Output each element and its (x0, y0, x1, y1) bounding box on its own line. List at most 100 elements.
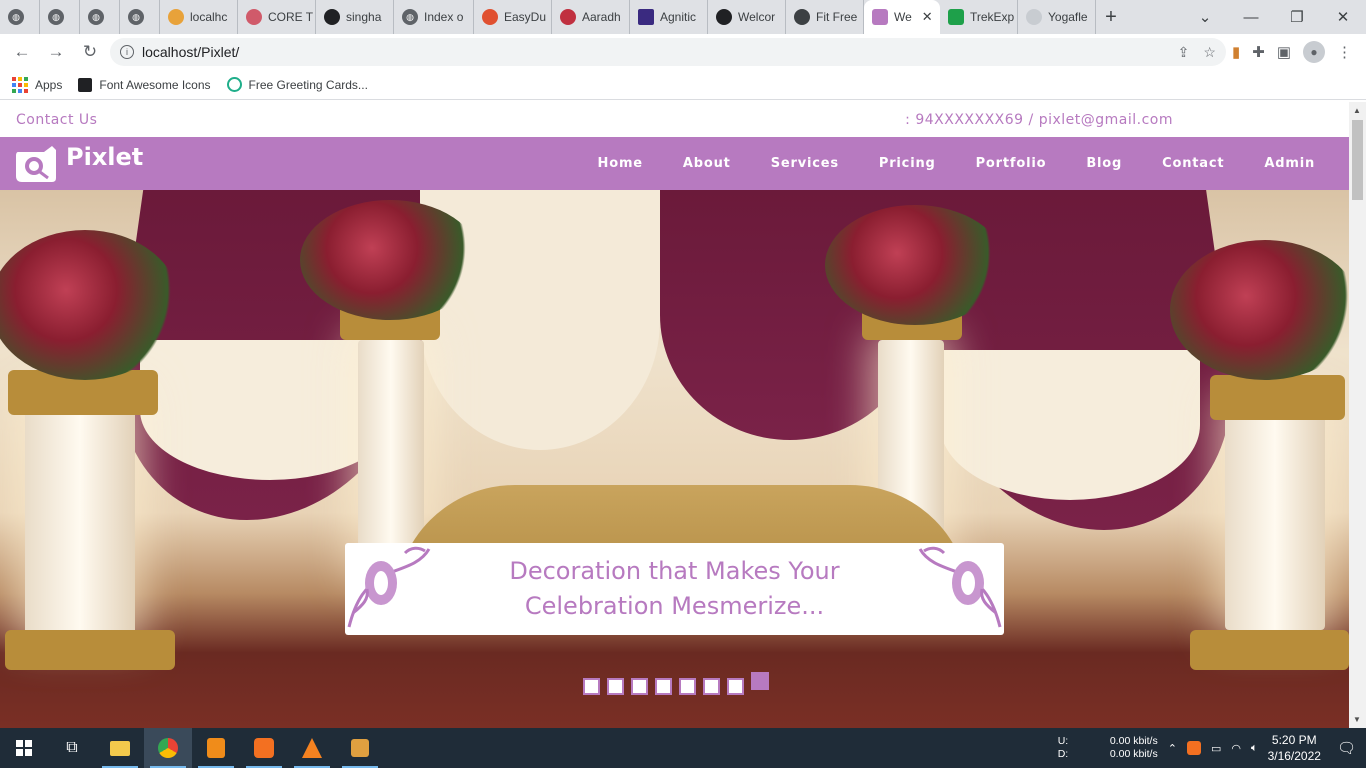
floral-ornament-icon (347, 546, 431, 628)
taskbar-vlc[interactable] (288, 728, 336, 768)
browser-tab[interactable]: Yogafle (1018, 0, 1096, 34)
forward-button[interactable]: → (42, 38, 70, 66)
bookmark-label: Apps (35, 77, 63, 92)
taskbar-file-explorer[interactable] (96, 728, 144, 768)
aaradh-icon (560, 9, 576, 25)
browser-tab[interactable]: ◍ (40, 0, 80, 34)
browser-tab[interactable]: EasyDu (474, 0, 552, 34)
tab-search-icon[interactable]: ⌄ (1182, 8, 1228, 26)
share-icon[interactable]: ⇪ (1178, 44, 1190, 61)
clock[interactable]: 5:20 PM 3/16/2022 (1268, 732, 1321, 764)
menu-icon[interactable]: ⋮ (1337, 43, 1352, 61)
reload-button[interactable]: ↻ (76, 38, 104, 66)
network-speed: U: 0.00 kbit/s D: 0.00 kbit/s (1058, 735, 1158, 761)
browser-tab[interactable]: Welcor (708, 0, 786, 34)
xampp-tray-icon[interactable] (1186, 741, 1201, 755)
browser-tab[interactable]: ◍ (0, 0, 40, 34)
browser-tab-active[interactable]: We ✕ (864, 0, 940, 34)
task-view-button[interactable]: ⧉ (48, 728, 96, 768)
taskbar-media-player[interactable] (336, 728, 384, 768)
extension-icon[interactable]: ▮ (1232, 43, 1240, 61)
browser-tab[interactable]: singha (316, 0, 394, 34)
tab-label: localhc (190, 10, 228, 24)
new-tab-button[interactable]: + (1096, 6, 1126, 29)
browser-tab[interactable]: Aaradh (552, 0, 630, 34)
globe-icon: ◍ (128, 9, 144, 25)
nav-admin[interactable]: Admin (1244, 156, 1335, 171)
slide-dot[interactable] (583, 678, 600, 695)
site-topbar: Contact Us : 94XXXXXXX69 / pixlet@gmail.… (0, 102, 1349, 137)
slide-dot[interactable] (703, 678, 720, 695)
restore-button[interactable]: ❐ (1274, 8, 1320, 26)
pixlet-icon (872, 9, 888, 25)
browser-tab[interactable]: TrekExp (940, 0, 1018, 34)
bookmark-greeting-cards[interactable]: Free Greeting Cards... (226, 77, 368, 92)
slide-dot[interactable] (727, 678, 744, 695)
card-icon (226, 77, 242, 92)
system-tray: U: 0.00 kbit/s D: 0.00 kbit/s ⌃ ▭ ◠ 🔈︎ 5:2… (1058, 732, 1366, 764)
apps-grid-icon (12, 76, 28, 93)
side-panel-icon[interactable]: ▣ (1277, 43, 1291, 61)
slide-dot[interactable] (607, 678, 624, 695)
browser-tab[interactable]: CORE T (238, 0, 316, 34)
start-button[interactable] (0, 728, 48, 768)
close-icon[interactable]: ✕ (922, 9, 933, 25)
wifi-icon[interactable]: ◠ (1231, 742, 1241, 755)
tab-label: Yogafle (1048, 10, 1088, 24)
nav-pricing[interactable]: Pricing (859, 156, 956, 171)
bookmark-apps[interactable]: Apps (12, 76, 63, 93)
windows-logo-icon (16, 740, 32, 756)
tab-label: We (894, 10, 912, 24)
info-icon[interactable]: i (120, 45, 134, 59)
bookmark-star-icon[interactable]: ☆ (1203, 44, 1216, 61)
nav-blog[interactable]: Blog (1066, 156, 1142, 171)
clock-date: 3/16/2022 (1267, 749, 1321, 763)
volume-icon[interactable]: 🔈︎ (1251, 742, 1258, 755)
vlc-icon (302, 738, 322, 758)
easydu-icon (482, 9, 498, 25)
taskbar-sublime[interactable] (192, 728, 240, 768)
slide-dot[interactable] (631, 678, 648, 695)
browser-tab-strip: ◍ ◍ ◍ ◍ localhc CORE T singha ◍ Index o E… (0, 0, 1366, 34)
notifications-icon[interactable]: 🗨︎ (1337, 739, 1356, 757)
address-bar[interactable]: i localhost/Pixlet/ ⇪ ☆ (110, 38, 1226, 66)
scroll-up-icon[interactable]: ▲ (1353, 106, 1361, 115)
minimize-button[interactable]: — (1228, 9, 1274, 26)
nav-services[interactable]: Services (751, 156, 859, 171)
slide-dot[interactable] (655, 678, 672, 695)
slide-dot[interactable] (679, 678, 696, 695)
tab-label: Welcor (738, 10, 776, 24)
slide-dot-active[interactable] (751, 672, 769, 690)
battery-icon[interactable]: ▭ (1211, 742, 1221, 755)
browser-tab[interactable]: Fit Free (786, 0, 864, 34)
scrollbar-thumb[interactable] (1352, 120, 1363, 200)
browser-tab[interactable]: ◍ Index o (394, 0, 474, 34)
page-scrollbar[interactable]: ▲ ▼ (1349, 102, 1366, 728)
nav-home[interactable]: Home (578, 156, 663, 171)
chrome-icon (158, 738, 178, 758)
globe-icon: ◍ (8, 9, 24, 25)
browser-tab[interactable]: Agnitic (630, 0, 708, 34)
arch-icon (716, 9, 732, 25)
nav-portfolio[interactable]: Portfolio (956, 156, 1067, 171)
clock-time: 5:20 PM (1271, 733, 1317, 747)
nav-contact[interactable]: Contact (1142, 156, 1244, 171)
browser-tab[interactable]: ◍ (120, 0, 160, 34)
trek-icon (948, 9, 964, 25)
hero-caption: Decoration that Makes Your Celebration M… (465, 554, 885, 624)
browser-tab[interactable]: ◍ (80, 0, 120, 34)
puzzle-icon[interactable]: ✚ (1252, 43, 1265, 61)
browser-tab[interactable]: localhc (160, 0, 238, 34)
profile-avatar[interactable]: ● (1303, 41, 1325, 63)
contact-us-link[interactable]: Contact Us (16, 112, 97, 128)
site-logo[interactable]: Pixlet (14, 143, 143, 184)
tray-chevron-icon[interactable]: ⌃ (1168, 742, 1177, 755)
nav-about[interactable]: About (663, 156, 751, 171)
scroll-down-icon[interactable]: ▼ (1353, 715, 1361, 724)
tab-label: Aaradh (582, 10, 621, 24)
back-button[interactable]: ← (8, 38, 36, 66)
taskbar-xampp[interactable] (240, 728, 288, 768)
taskbar-chrome[interactable] (144, 728, 192, 768)
bookmark-font-awesome[interactable]: Font Awesome Icons (78, 77, 211, 92)
close-window-button[interactable]: ✕ (1320, 8, 1366, 26)
